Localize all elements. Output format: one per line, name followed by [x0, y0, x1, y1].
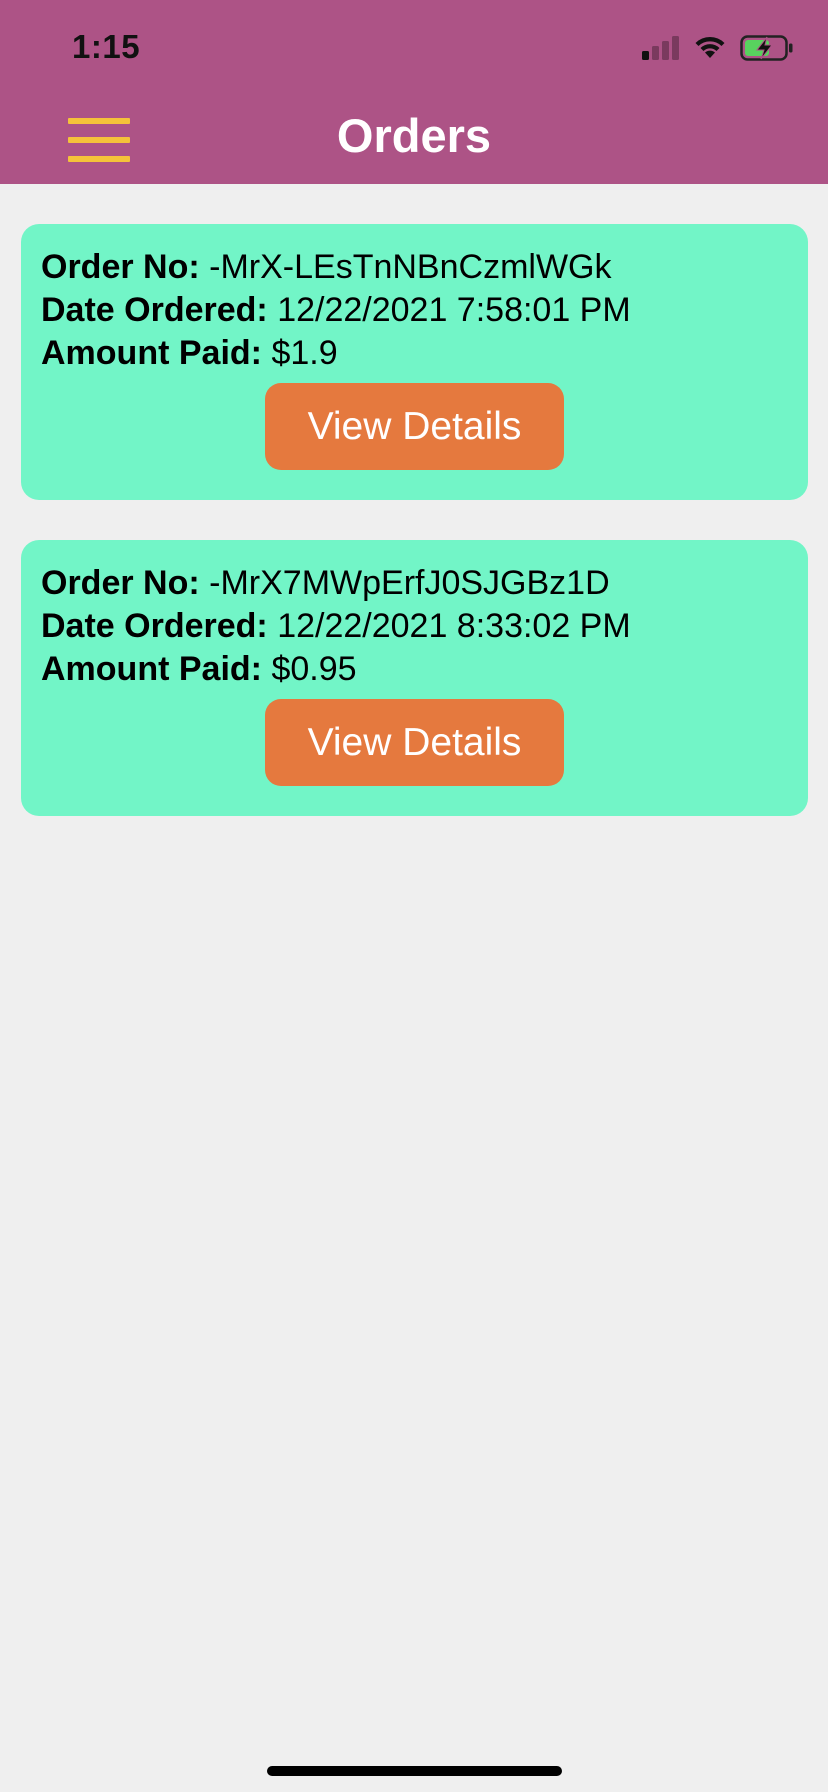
page-title: Orders: [336, 109, 492, 162]
order-number-value: -MrX7MWpErfJ0SJGBz1D: [209, 564, 610, 602]
amount-paid-row: Amount Paid: $1.9: [41, 332, 788, 375]
date-ordered-label: Date Ordered:: [41, 291, 268, 329]
amount-paid-value: $0.95: [271, 650, 357, 688]
date-ordered-value: 12/22/2021 7:58:01 PM: [277, 291, 631, 329]
date-ordered-value: 12/22/2021 8:33:02 PM: [277, 607, 631, 645]
order-number-label: Order No:: [41, 564, 200, 602]
view-details-button[interactable]: View Details: [265, 383, 564, 470]
order-number-row: Order No: -MrX-LEsTnNBnCzmlWGk: [41, 246, 788, 289]
status-icons: [642, 34, 794, 66]
order-number-label: Order No:: [41, 248, 200, 286]
cellular-signal-icon: [642, 35, 680, 65]
date-ordered-row: Date Ordered: 12/22/2021 8:33:02 PM: [41, 605, 788, 648]
order-card: Order No: -MrX7MWpErfJ0SJGBz1D Date Orde…: [21, 540, 808, 816]
amount-paid-row: Amount Paid: $0.95: [41, 648, 788, 691]
status-time: 1:15: [72, 28, 141, 65]
date-ordered-label: Date Ordered:: [41, 607, 268, 645]
date-ordered-row: Date Ordered: 12/22/2021 7:58:01 PM: [41, 289, 788, 332]
app-header: 1:15 Orders: [0, 0, 828, 184]
amount-paid-label: Amount Paid:: [41, 650, 262, 688]
order-number-value: -MrX-LEsTnNBnCzmlWGk: [209, 248, 612, 286]
orders-screen: 1:15 Orders Order No: -MrX-LEsTnNBnCzmlW…: [0, 0, 828, 1792]
amount-paid-label: Amount Paid:: [41, 334, 262, 372]
amount-paid-value: $1.9: [271, 334, 338, 372]
order-number-row: Order No: -MrX7MWpErfJ0SJGBz1D: [41, 562, 788, 605]
battery-charging-icon: [740, 34, 794, 66]
wifi-icon: [694, 36, 726, 65]
home-indicator[interactable]: [267, 1766, 562, 1776]
order-card: Order No: -MrX-LEsTnNBnCzmlWGk Date Orde…: [21, 224, 808, 500]
view-details-button[interactable]: View Details: [265, 699, 564, 786]
order-list: Order No: -MrX-LEsTnNBnCzmlWGk Date Orde…: [21, 224, 808, 856]
